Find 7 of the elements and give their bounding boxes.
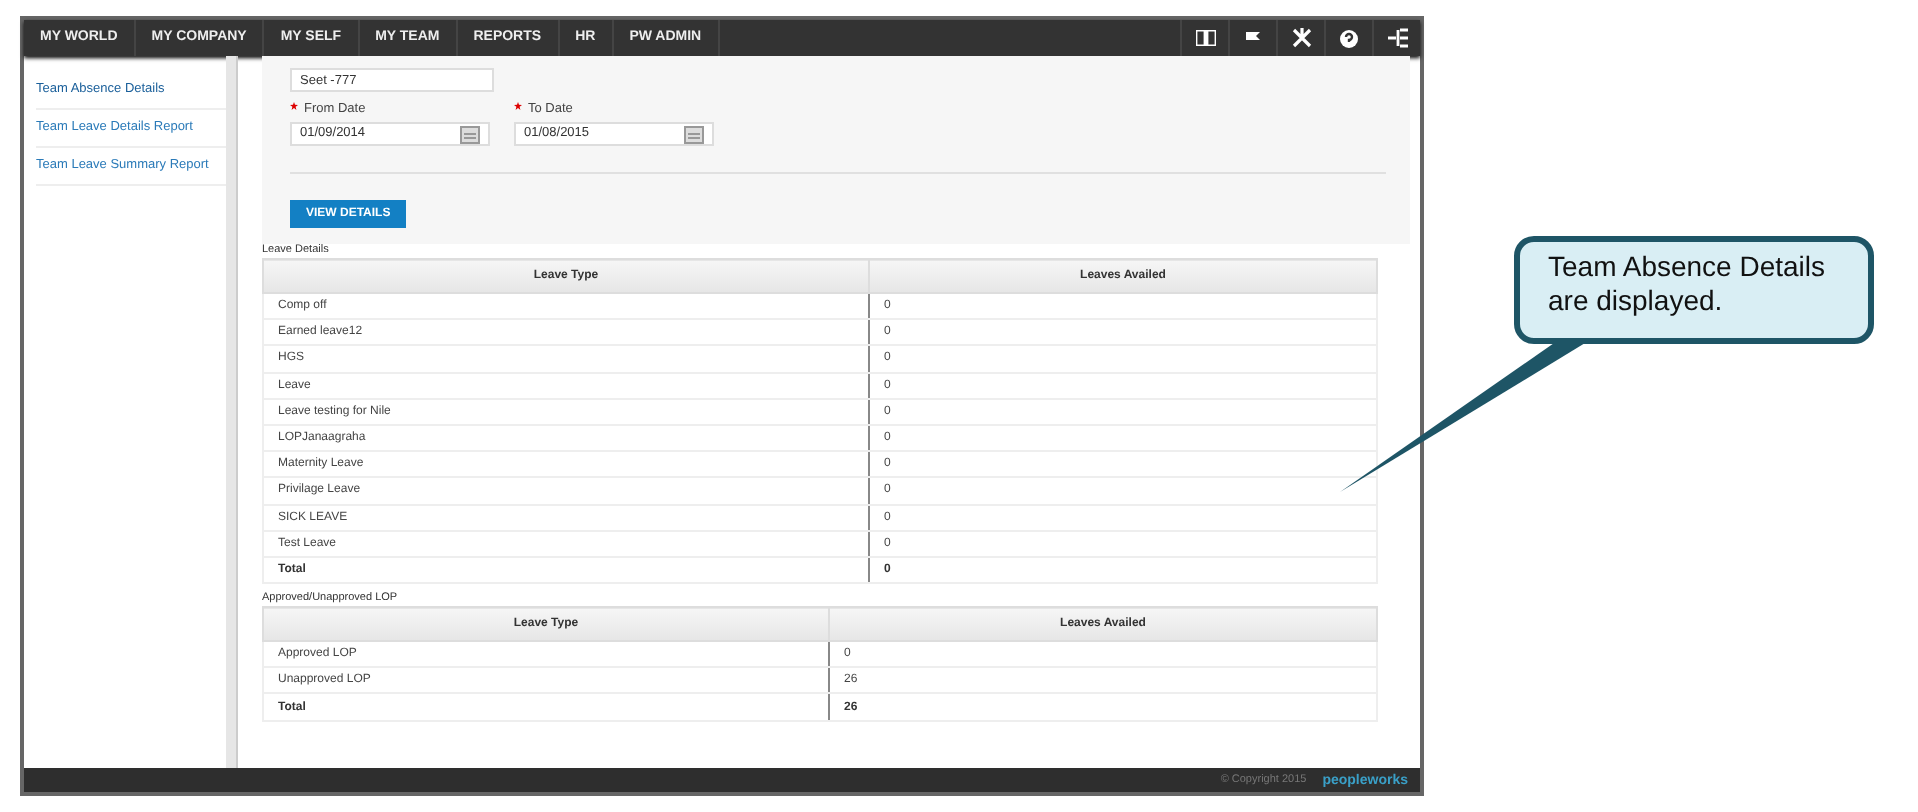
calendar-icon[interactable] [684, 125, 704, 143]
calendar-icon[interactable] [460, 125, 480, 143]
book-icon[interactable] [1195, 30, 1215, 46]
help-icon[interactable] [1340, 29, 1358, 47]
callout-bubble: Team Absence Details are displayed. [1514, 236, 1874, 344]
tools-icon[interactable] [1291, 28, 1311, 48]
sitemap-icon[interactable] [1387, 28, 1407, 48]
